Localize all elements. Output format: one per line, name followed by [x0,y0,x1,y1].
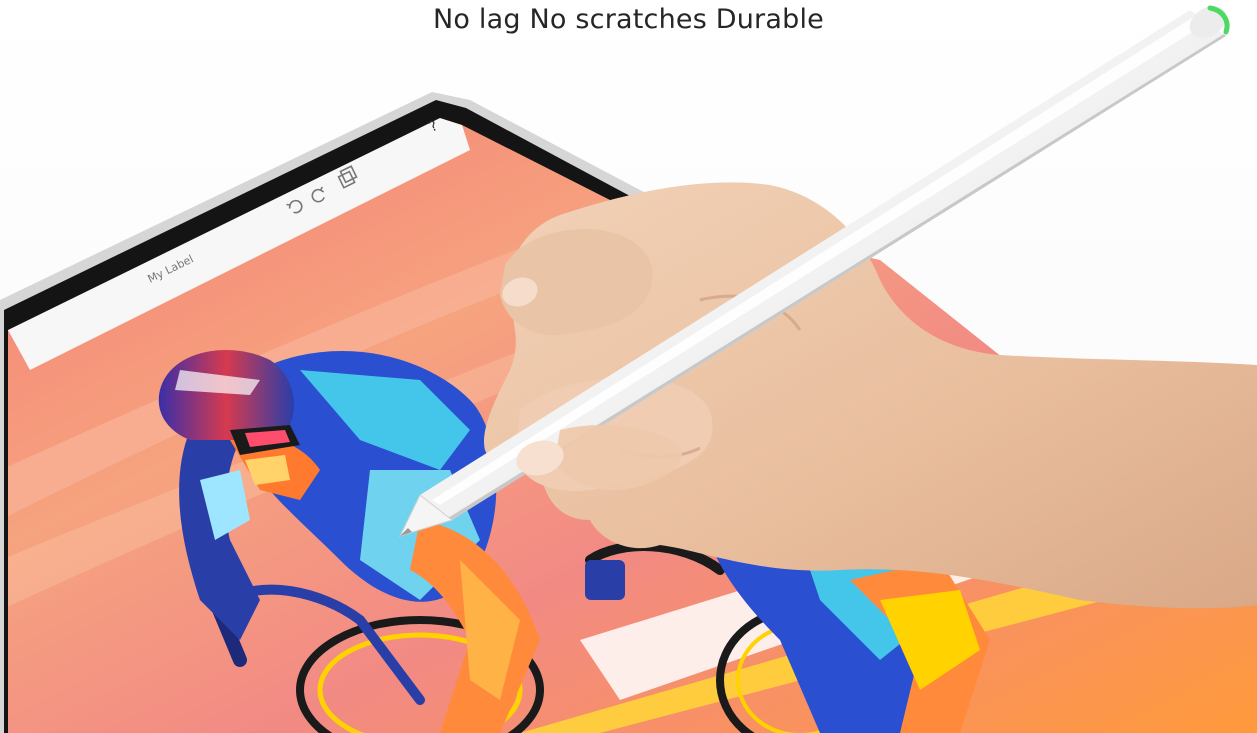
product-banner: No lag No scratches Durable My Label ? [0,0,1257,733]
product-illustration: My Label ? [0,5,1257,733]
